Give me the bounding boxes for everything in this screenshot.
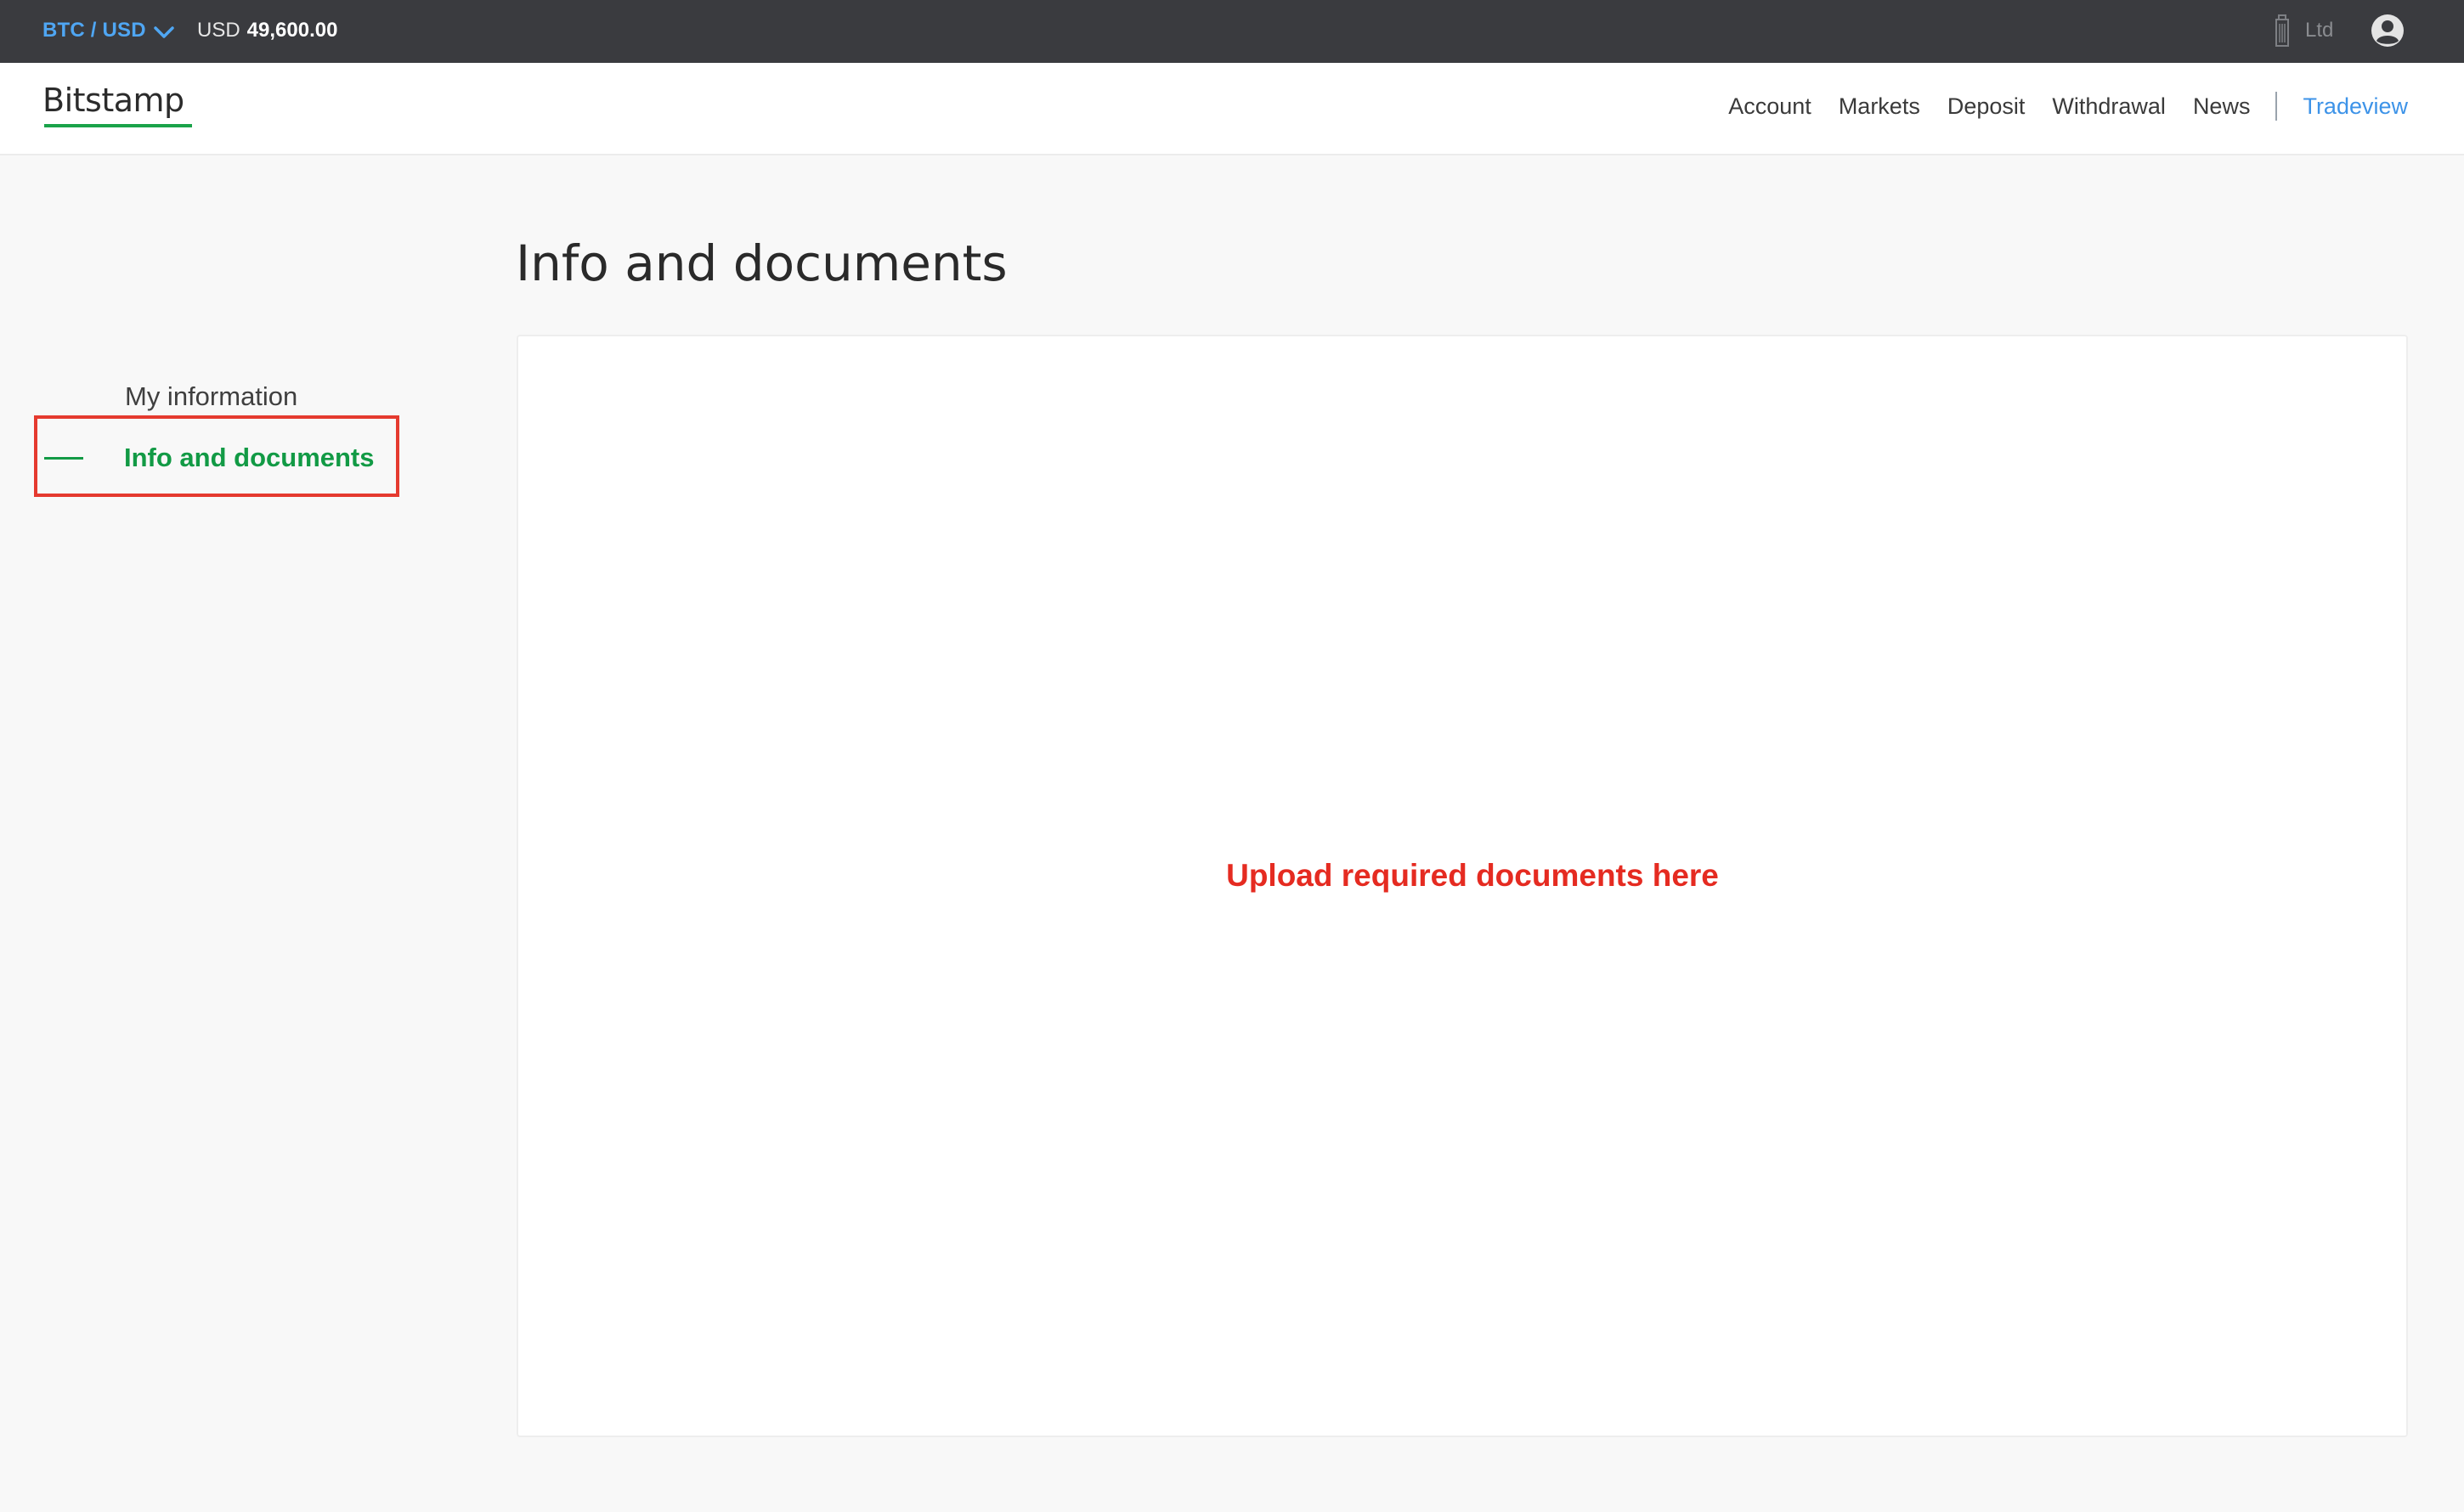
ticker-bar: BTC / USD USD 49,600.00 Ltd [0, 0, 2464, 63]
page-title: Info and documents [516, 234, 1008, 292]
documents-panel: Upload required documents here [517, 335, 2408, 1437]
sidebar-item-my-information[interactable]: My information [125, 375, 297, 418]
nav-markets[interactable]: Markets [1839, 93, 1920, 120]
upload-note: Upload required documents here [1226, 858, 1719, 893]
nav-deposit[interactable]: Deposit [1947, 93, 2026, 120]
entity-selector[interactable]: Ltd [2273, 12, 2333, 49]
nav-account[interactable]: Account [1728, 93, 1811, 120]
chevron-down-icon [154, 26, 174, 38]
price-amount: 49,600.00 [246, 19, 338, 42]
pair-label: BTC / USD [42, 19, 146, 42]
nav-divider [2275, 92, 2278, 121]
nav-news[interactable]: News [2193, 93, 2251, 120]
site-header: Bitstamp Account Markets Deposit Withdra… [0, 63, 2464, 155]
price-display: USD 49,600.00 [197, 15, 337, 46]
nav-withdrawal[interactable]: Withdrawal [2052, 93, 2166, 120]
building-icon [2275, 14, 2289, 47]
bitstamp-logo[interactable]: Bitstamp [42, 82, 184, 119]
entity-label: Ltd [2305, 19, 2334, 42]
user-account-icon[interactable] [2371, 14, 2405, 48]
logo-underline [44, 124, 192, 127]
sidebar-item-label: My information [125, 381, 298, 411]
nav-tradeview[interactable]: Tradeview [2303, 93, 2408, 120]
active-indicator [44, 456, 83, 460]
pair-selector[interactable]: BTC / USD [42, 15, 175, 46]
sidebar-item-info-and-documents[interactable]: Info and documents [44, 437, 375, 479]
price-currency: USD [197, 19, 240, 42]
sidebar-item-label: Info and documents [124, 443, 375, 472]
main-nav: Account Markets Deposit Withdrawal News … [1728, 92, 2408, 121]
